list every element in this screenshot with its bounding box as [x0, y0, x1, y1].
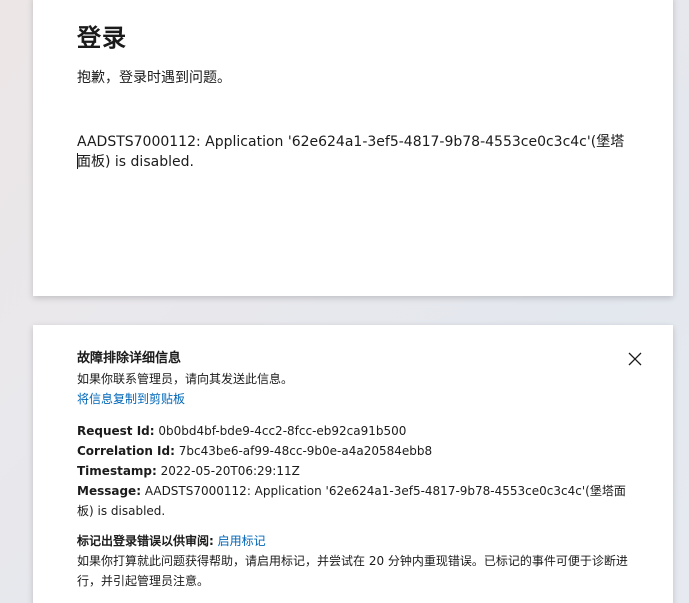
request-id-label: Request Id: — [77, 424, 155, 438]
message-label: Message: — [77, 484, 141, 498]
text-cursor — [77, 153, 78, 169]
close-icon — [628, 352, 642, 366]
request-id-value: 0b0bd4bf-bde9-4cc2-8fcc-eb92ca91b500 — [154, 424, 407, 438]
flag-row: 标记出登录错误以供审阅: 启用标记 — [77, 531, 629, 551]
correlation-id-label: Correlation Id: — [77, 444, 175, 458]
troubleshooting-description: 如果你联系管理员，请向其发送此信息。 — [77, 372, 294, 386]
page-title: 登录 — [77, 24, 127, 52]
correlation-id-row: Correlation Id: 7bc43be6-af99-48cc-9b0e-… — [77, 441, 629, 461]
error-message-text: AADSTS7000112: Application '62e624a1-3ef… — [77, 134, 625, 170]
enable-flagging-link[interactable]: 启用标记 — [218, 534, 266, 548]
timestamp-row: Timestamp: 2022-05-20T06:29:11Z — [77, 461, 629, 481]
details-list: Request Id: 0b0bd4bf-bde9-4cc2-8fcc-eb92… — [77, 421, 629, 521]
error-subtitle: 抱歉，登录时遇到问题。 — [77, 70, 231, 86]
correlation-id-value: 7bc43be6-af99-48cc-9b0e-a4a20584ebb8 — [174, 444, 433, 458]
request-id-row: Request Id: 0b0bd4bf-bde9-4cc2-8fcc-eb92… — [77, 421, 629, 441]
copy-to-clipboard-link[interactable]: 将信息复制到剪贴板 — [77, 389, 629, 409]
troubleshooting-header: 故障排除详细信息 — [77, 351, 182, 366]
troubleshooting-panel: 故障排除详细信息 如果你联系管理员，请向其发送此信息。 将信息复制到剪贴板 Re… — [33, 325, 673, 603]
timestamp-value: 2022-05-20T06:29:11Z — [156, 464, 300, 478]
error-message: AADSTS7000112: Application '62e624a1-3ef… — [77, 132, 629, 172]
timestamp-label: Timestamp: — [77, 464, 157, 478]
close-button[interactable] — [627, 351, 643, 367]
flag-section: 标记出登录错误以供审阅: 启用标记 如果你打算就此问题获得帮助，请启用标记，并尝… — [77, 531, 629, 591]
message-row: Message: AADSTS7000112: Application '62e… — [77, 481, 629, 521]
message-value: AADSTS7000112: Application '62e624a1-3ef… — [77, 484, 626, 518]
flag-description: 如果你打算就此问题获得帮助，请启用标记，并尝试在 20 分钟内重现错误。已标记的… — [77, 554, 628, 588]
flag-label: 标记出登录错误以供审阅: — [77, 534, 214, 548]
signin-error-card: 登录 抱歉，登录时遇到问题。 AADSTS7000112: Applicatio… — [33, 0, 673, 296]
